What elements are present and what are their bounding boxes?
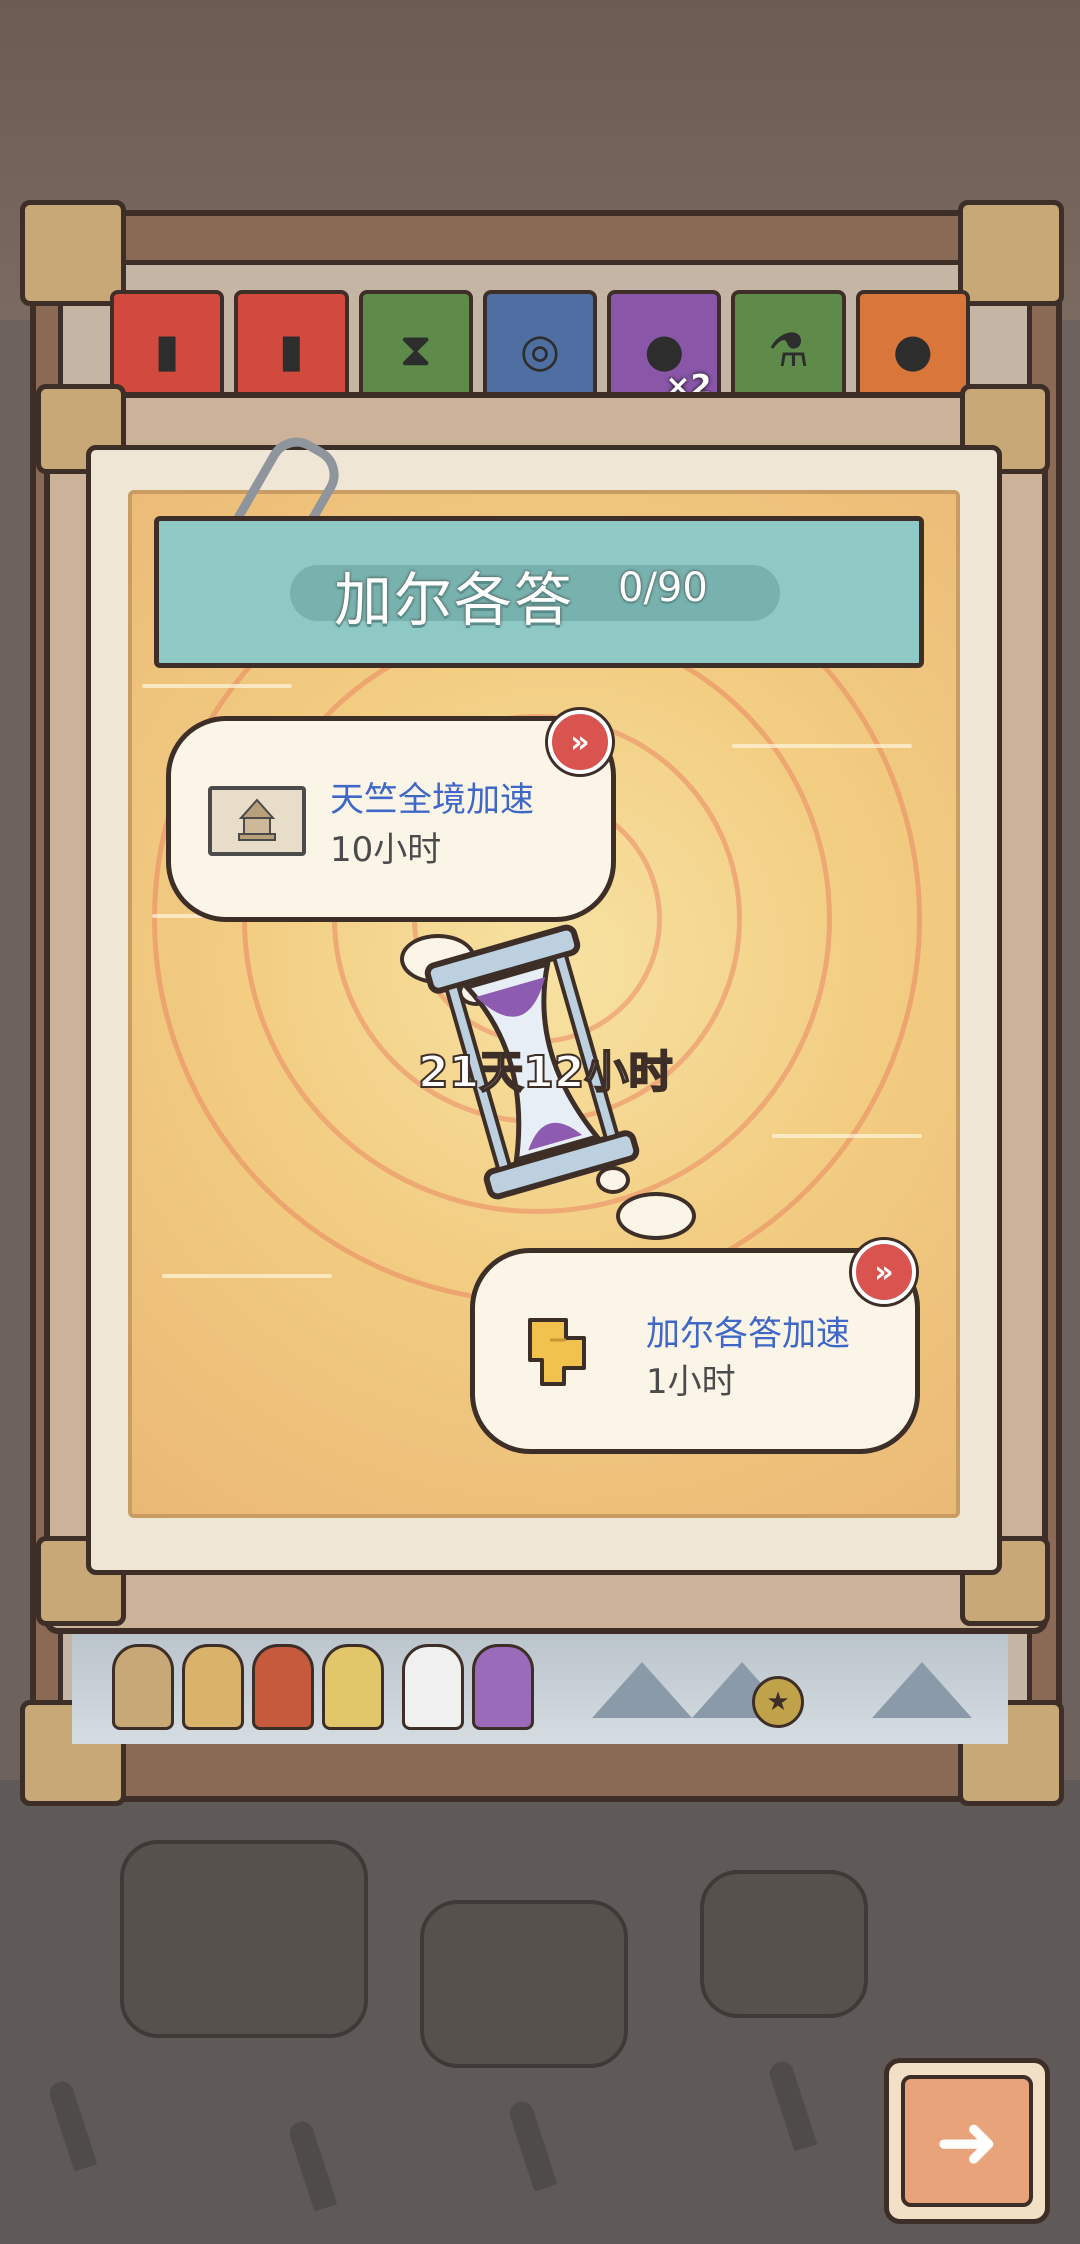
hourglass-icon: ⧗: [399, 322, 432, 376]
speed-line: [772, 1134, 922, 1138]
fast-forward-button[interactable]: »: [548, 710, 612, 774]
hero-sprite: [322, 1644, 384, 1730]
next-button[interactable]: ➜: [884, 2058, 1050, 2224]
rock: [700, 1870, 868, 2018]
star-coin-icon: ★: [752, 1676, 804, 1728]
battery-icon: ▮: [154, 323, 180, 377]
speed-line: [142, 684, 292, 688]
boost-name: 天竺全境加速: [330, 780, 534, 820]
mountain: [592, 1662, 692, 1718]
bomb-icon: ●: [892, 323, 933, 377]
hero-sprite: [402, 1644, 464, 1730]
total-remaining-time: 21天12小时: [417, 1046, 673, 1099]
boost-name: 加尔各答加速: [646, 1314, 850, 1354]
fast-forward-button[interactable]: »: [852, 1240, 916, 1304]
hero-sprite: [472, 1644, 534, 1730]
arrow-right-icon: ➜: [901, 2075, 1033, 2207]
progress-counter: 0/90: [618, 565, 708, 611]
hero-sprite: [182, 1644, 244, 1730]
hero-sprite: [252, 1644, 314, 1730]
puzzle-map-glyph: [528, 1318, 586, 1386]
potion-icon: ⚗: [767, 323, 810, 377]
puzzle-map-icon: [520, 1310, 602, 1392]
target-icon: ◎: [519, 323, 561, 377]
battle-strip: [72, 1620, 1008, 1744]
speed-line: [162, 1274, 332, 1278]
temple-icon: [208, 786, 306, 856]
board-corner: [958, 200, 1064, 306]
hero-sprite: [112, 1644, 174, 1730]
fast-forward-icon: »: [874, 1254, 894, 1290]
boost-duration: 1小时: [646, 1362, 736, 1402]
rock: [420, 1900, 628, 2068]
temple-glyph: [238, 798, 276, 841]
boost-duration: 10小时: [330, 830, 442, 870]
page-title: 加尔各答: [334, 566, 575, 634]
speed-line: [732, 744, 912, 748]
rock: [120, 1840, 368, 2038]
mountain: [872, 1662, 972, 1718]
battery-icon: ▮: [278, 323, 305, 377]
fast-forward-icon: »: [570, 724, 590, 760]
